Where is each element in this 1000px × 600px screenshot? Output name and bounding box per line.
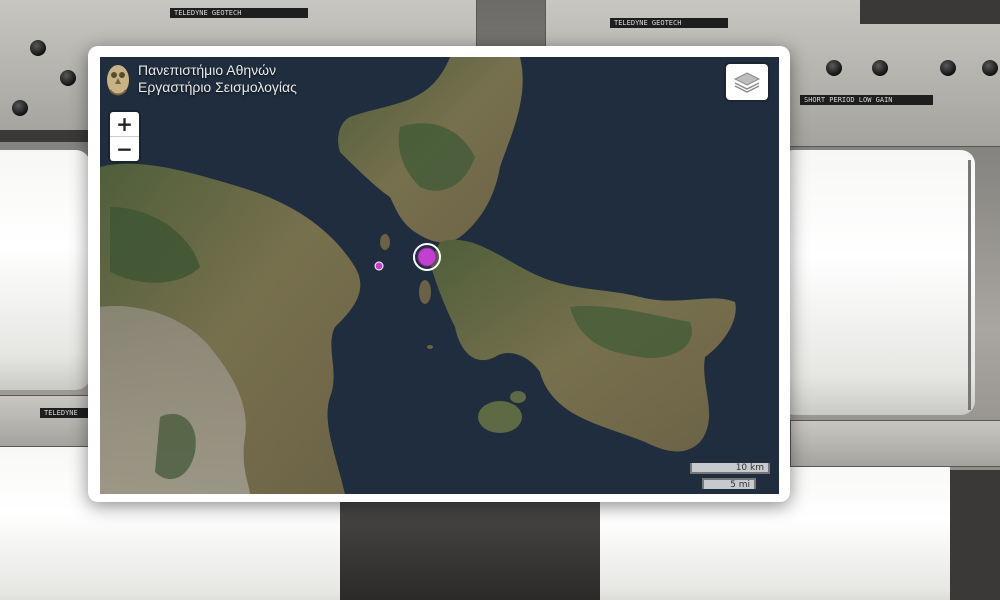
knob-icon	[940, 60, 956, 76]
island	[380, 234, 390, 250]
recording-drum	[780, 150, 975, 415]
scale-bar: 10 km	[690, 463, 770, 474]
equipment-label: TELEDYNE GEOTECH	[610, 18, 728, 28]
university-name: Πανεπιστήμιο Αθηνών	[138, 62, 277, 78]
seismograph-panel-lower	[790, 420, 1000, 467]
owl-athena-icon	[107, 65, 129, 96]
earthquake-marker-secondary[interactable]	[374, 261, 384, 271]
layers-icon	[733, 72, 761, 93]
scale-metric: 10 km	[690, 463, 770, 474]
zoom-in-button[interactable]: +	[110, 112, 139, 136]
island	[510, 391, 526, 403]
institution-attribution: Πανεπιστήμιο Αθηνών Εργαστήριο Σεισμολογ…	[104, 60, 297, 98]
earthquake-marker-main-fill[interactable]	[417, 247, 437, 267]
institution-name: Πανεπιστήμιο Αθηνών Εργαστήριο Σεισμολογ…	[138, 62, 297, 96]
knob-icon	[30, 40, 46, 56]
recorder-housing	[340, 500, 600, 600]
layers-button[interactable]	[726, 64, 768, 100]
knob-icon	[872, 60, 888, 76]
recorder-housing	[950, 470, 1000, 600]
zoom-out-button[interactable]: −	[110, 136, 139, 161]
panel-slot	[860, 0, 1000, 24]
knob-icon	[12, 100, 28, 116]
panel-slot	[0, 130, 90, 142]
knob-icon	[60, 70, 76, 86]
earthquake-map[interactable]	[100, 57, 779, 494]
island	[478, 401, 522, 433]
seismograph-panel-lower	[0, 395, 92, 447]
knob-icon	[982, 60, 998, 76]
recording-drum	[0, 150, 90, 390]
lab-name: Εργαστήριο Σεισμολογίας	[138, 79, 297, 95]
drum-edge	[968, 160, 971, 410]
knob-icon	[826, 60, 842, 76]
island	[419, 280, 431, 304]
map-tiles	[100, 57, 779, 494]
scale-imperial: 5 mi	[702, 478, 756, 490]
scale-bar-imperial: 5 mi	[690, 478, 756, 490]
island	[427, 345, 433, 349]
equipment-label: SHORT PERIOD LOW GAIN	[800, 95, 933, 105]
equipment-label: TELEDYNE GEOTECH	[170, 8, 308, 18]
zoom-control: + −	[110, 112, 139, 161]
